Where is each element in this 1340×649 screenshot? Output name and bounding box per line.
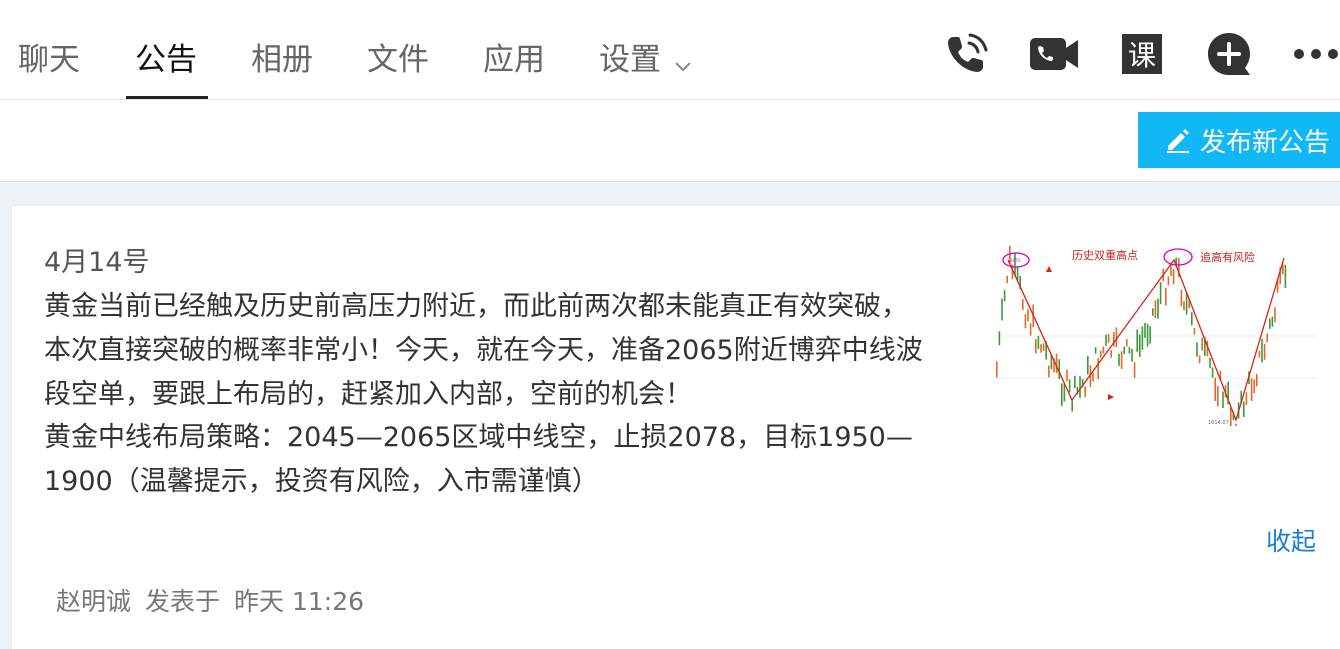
announcement-line: 黄金中线布局策略：2045—2065区域中线空，止损2078，目标1950—	[44, 422, 913, 454]
publish-announcement-button[interactable]: 发布新公告	[1138, 112, 1340, 168]
chart-high-label: 2074	[1010, 258, 1021, 263]
edit-icon	[1167, 129, 1189, 153]
tab-settings[interactable]: 设置	[599, 36, 691, 84]
tab-announcements[interactable]: 公告	[135, 36, 197, 84]
chart-low-label: 1614.07	[1208, 420, 1229, 426]
announcement-line: 1900（温馨提示，投资有风险，入市需谨慎）	[44, 466, 599, 498]
author-name[interactable]: 赵明诚	[56, 587, 131, 616]
svg-text:课: 课	[1128, 39, 1156, 72]
gold-chart-thumbnail: 历史双重高点 追高有风险 2074 1614.07	[994, 238, 1316, 441]
add-icon[interactable]	[1201, 26, 1257, 82]
announcement-meta: 赵明诚 发表于 昨天 11:26	[56, 582, 378, 618]
posted-label: 发表于	[145, 587, 221, 616]
announcement-line: 本次直接突破的概率非常小！今天，就在今天，准备2065附近博弈中线波	[44, 334, 923, 366]
tab-apps[interactable]: 应用	[483, 36, 545, 84]
announcement-line: 黄金当前已经触及历史前高压力附近，而此前两次都未能真正有效突破，	[44, 291, 908, 322]
chart-label-left: 历史双重高点	[1072, 248, 1138, 262]
video-call-icon[interactable]	[1026, 26, 1082, 82]
top-nav-bar: 聊天 公告 相册 文件 应用 设置 课	[0, 0, 1340, 100]
publish-button-label: 发布新公告	[1200, 127, 1331, 158]
tab-chat[interactable]: 聊天	[18, 36, 80, 84]
class-icon[interactable]: 课	[1114, 26, 1170, 82]
tab-album[interactable]: 相册	[251, 36, 313, 84]
announcement-date: 4月14号	[44, 247, 150, 278]
announcement-image[interactable]: 历史双重高点 追高有风险 2074 1614.07	[994, 238, 1316, 441]
announcement-line: 段空单，要跟上布局的，赶紧加入内部，空前的机会！	[44, 378, 692, 410]
active-tab-indicator	[126, 96, 208, 99]
announcement-toolbar: 发布新公告	[0, 100, 1340, 182]
phone-icon[interactable]	[938, 26, 994, 82]
more-icon[interactable]	[1288, 26, 1340, 82]
tab-files[interactable]: 文件	[367, 36, 429, 84]
collapse-link[interactable]: 收起	[1266, 522, 1316, 558]
chart-label-right: 追高有风险	[1200, 250, 1255, 264]
chevron-down-icon	[675, 38, 691, 86]
announcement-body: 黄金当前已经触及历史前高压力附近，而此前两次都未能真正有效突破， 本次直接突破的…	[44, 285, 964, 504]
tab-settings-label: 设置	[599, 42, 661, 78]
post-time: 昨天 11:26	[234, 587, 365, 616]
